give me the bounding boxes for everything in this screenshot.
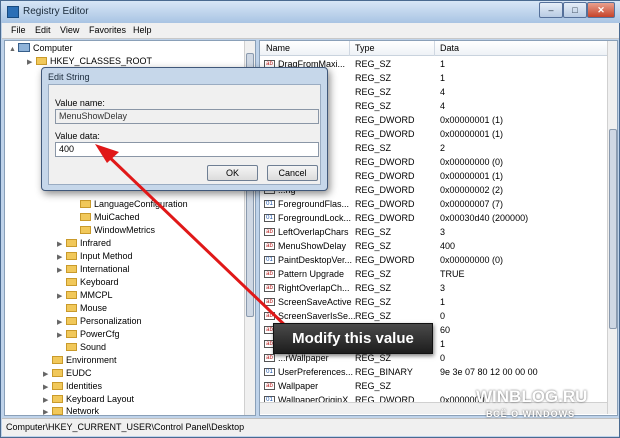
registry-editor-window: Registry Editor – □ ✕ File Edit View Fav… (0, 0, 620, 438)
watermark: WINBLOG.RU ВСЁ О WINDOWS (476, 387, 588, 419)
annotation-callout: Modify this value (273, 323, 433, 354)
annotation-arrow (95, 144, 293, 333)
